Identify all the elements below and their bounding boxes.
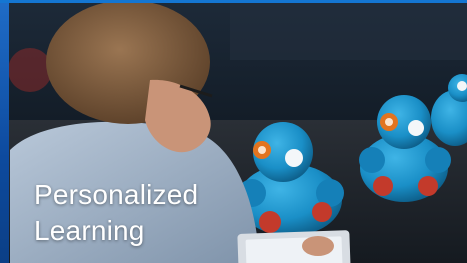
caption-line-1: Personalized xyxy=(34,179,199,210)
frame-top-bar xyxy=(0,0,467,3)
frame-left-bar xyxy=(0,0,9,263)
tile-caption: Personalized Learning xyxy=(34,177,198,249)
caption-line-2: Learning xyxy=(34,215,145,246)
personalized-learning-tile[interactable]: Personalized Learning xyxy=(0,0,467,263)
robot-right xyxy=(431,74,467,146)
